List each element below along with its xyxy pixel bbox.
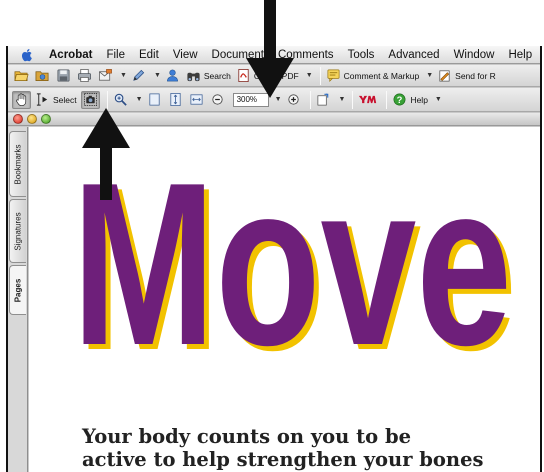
- save-disk-icon: [57, 69, 69, 82]
- yahoo-toolbar-button[interactable]: [357, 91, 379, 109]
- headline-text: Move: [72, 135, 512, 373]
- tab-pages[interactable]: Pages: [9, 265, 26, 315]
- tab-signatures-label: Signatures: [13, 211, 23, 251]
- navigation-pane-tabs: Bookmarks Signatures Pages: [8, 127, 28, 472]
- svg-text:?: ?: [397, 95, 403, 105]
- secure-button[interactable]: [164, 67, 182, 85]
- actual-size-page-icon: [149, 93, 160, 106]
- magnifier-icon: [114, 93, 127, 106]
- tab-pages-label: Pages: [13, 278, 23, 302]
- up-arrow-annotation-icon: [82, 108, 130, 200]
- toolbar-divider: [352, 90, 354, 109]
- comment-dropdown-caret-icon[interactable]: ▼: [426, 72, 433, 79]
- minus-circle-icon: [212, 94, 223, 105]
- send-review-icon: [439, 70, 450, 82]
- email-icon: [98, 69, 112, 81]
- tab-bookmarks[interactable]: Bookmarks: [9, 131, 26, 197]
- help-dropdown-caret-icon[interactable]: ▼: [435, 96, 442, 103]
- down-arrow-annotation-icon: [246, 0, 294, 98]
- menu-tools[interactable]: Tools: [341, 46, 382, 64]
- actual-size-button[interactable]: [146, 91, 164, 109]
- comment-note-icon: [327, 69, 340, 83]
- email-button[interactable]: [96, 67, 114, 85]
- select-tool-label: Select: [53, 94, 77, 105]
- secure-person-icon: [167, 69, 179, 82]
- create-pdf-dropdown-caret-icon[interactable]: ▼: [306, 72, 313, 79]
- send-for-review-label: Send for R: [455, 70, 496, 81]
- sign-button[interactable]: [130, 67, 148, 85]
- body-copy-line: Your body counts on you to be: [82, 425, 411, 448]
- toolbar-divider: [319, 66, 321, 85]
- toolbar-divider: [386, 90, 388, 109]
- menu-edit[interactable]: Edit: [132, 46, 166, 64]
- yahoo-logo-icon: [359, 95, 377, 104]
- toolbar-divider: [309, 90, 311, 109]
- rotate-page-icon: [317, 93, 329, 106]
- menu-window[interactable]: Window: [447, 46, 502, 64]
- hand-tool-icon: [16, 93, 27, 106]
- send-for-review-button[interactable]: Send for R: [436, 67, 497, 85]
- zoom-window-icon[interactable]: [41, 114, 51, 124]
- toolbar-divider: [106, 90, 108, 109]
- body-copy: Your body counts on you to be active to …: [82, 425, 522, 471]
- rotate-view-button[interactable]: [315, 91, 333, 109]
- email-dropdown-caret-icon[interactable]: ▼: [120, 72, 127, 79]
- organizer-folder-icon: [35, 71, 48, 82]
- help-button[interactable]: ? Help: [391, 91, 428, 109]
- select-tool-button[interactable]: Select: [34, 91, 78, 109]
- snapshot-camera-icon: [83, 93, 97, 106]
- fit-page-button[interactable]: [167, 91, 185, 109]
- minimize-window-icon[interactable]: [27, 114, 37, 124]
- search-label: Search: [203, 70, 231, 81]
- body-copy-line: active to help strengthen your bones: [82, 448, 484, 471]
- menu-advanced[interactable]: Advanced: [381, 46, 446, 64]
- sign-dropdown-caret-icon[interactable]: ▼: [154, 72, 161, 79]
- pen-icon: [133, 69, 145, 81]
- fit-width-icon: [190, 94, 203, 105]
- search-button[interactable]: Search: [185, 67, 232, 85]
- help-label: Help: [410, 94, 428, 105]
- rotate-dropdown-caret-icon[interactable]: ▼: [339, 96, 346, 103]
- menu-file[interactable]: File: [99, 46, 132, 64]
- zoom-tool-dropdown-caret-icon[interactable]: ▼: [136, 96, 143, 103]
- text-cursor-icon: [36, 93, 48, 106]
- organizer-button[interactable]: [33, 67, 51, 85]
- open-folder-button[interactable]: [12, 67, 30, 85]
- hand-tool-button[interactable]: [12, 90, 31, 109]
- menu-view[interactable]: View: [166, 46, 205, 64]
- print-button[interactable]: [75, 67, 93, 85]
- tab-bookmarks-label: Bookmarks: [13, 143, 23, 185]
- menu-help[interactable]: Help: [501, 46, 539, 64]
- comment-markup-button[interactable]: Comment & Markup: [325, 67, 421, 85]
- comment-markup-label: Comment & Markup: [343, 70, 420, 81]
- binoculars-icon: [187, 72, 200, 82]
- menu-acrobat[interactable]: Acrobat: [42, 46, 99, 64]
- tab-signatures[interactable]: Signatures: [9, 199, 26, 263]
- open-folder-icon: [13, 71, 29, 82]
- printer-icon: [77, 69, 91, 82]
- fit-page-icon: [170, 93, 181, 106]
- zoom-in-tool-button[interactable]: [112, 91, 130, 109]
- apple-menu-icon[interactable]: [18, 46, 36, 64]
- screenshot-stage: Acrobat File Edit View Document Comments…: [0, 0, 544, 472]
- help-question-icon: ?: [393, 93, 406, 106]
- close-window-icon[interactable]: [13, 114, 23, 124]
- snapshot-tool-button[interactable]: [80, 90, 100, 109]
- zoom-out-button[interactable]: [209, 91, 227, 109]
- fit-width-button[interactable]: [188, 91, 206, 109]
- save-button[interactable]: [54, 67, 72, 85]
